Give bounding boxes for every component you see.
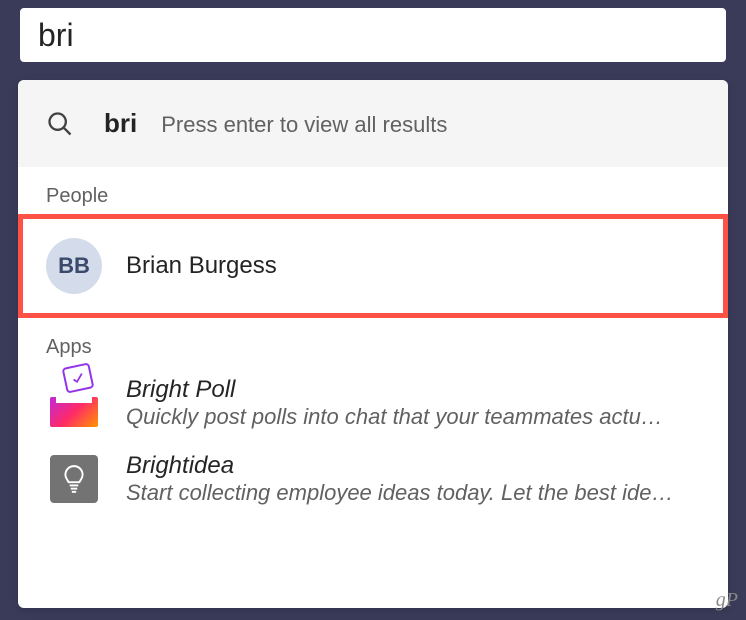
person-name: Brian Burgess	[126, 252, 700, 280]
people-section-header: People	[18, 167, 728, 214]
watermark: gP	[716, 589, 738, 612]
search-suggestion-row[interactable]: bri Press enter to view all results	[18, 80, 728, 167]
app-subtitle: Quickly post polls into chat that your t…	[126, 404, 700, 430]
avatar-initials: BB	[58, 253, 90, 279]
result-text: Brightidea Start collecting employee ide…	[126, 452, 700, 506]
app-subtitle: Start collecting employee ideas today. L…	[126, 480, 700, 506]
brightidea-icon	[46, 451, 102, 507]
apps-section-header: Apps	[18, 318, 728, 365]
brightpoll-icon	[46, 375, 102, 431]
result-text: Bright Poll Quickly post polls into chat…	[126, 376, 700, 430]
search-dropdown: bri Press enter to view all results Peop…	[18, 80, 728, 608]
search-icon	[44, 110, 76, 138]
apps-section: Bright Poll Quickly post polls into chat…	[18, 365, 728, 517]
search-hint: Press enter to view all results	[161, 112, 447, 138]
app-name: Bright Poll	[126, 376, 700, 404]
result-text: Brian Burgess	[126, 252, 700, 280]
app-result-item[interactable]: Bright Poll Quickly post polls into chat…	[18, 365, 728, 441]
people-result-item[interactable]: BB Brian Burgess	[18, 214, 728, 318]
app-result-item[interactable]: Brightidea Start collecting employee ide…	[18, 441, 728, 517]
search-input-value: bri	[38, 17, 74, 54]
search-term: bri	[104, 108, 137, 139]
search-bar[interactable]: bri	[18, 6, 728, 64]
search-suggestion-text: bri Press enter to view all results	[104, 108, 447, 139]
avatar: BB	[46, 238, 102, 294]
app-name: Brightidea	[126, 452, 700, 480]
